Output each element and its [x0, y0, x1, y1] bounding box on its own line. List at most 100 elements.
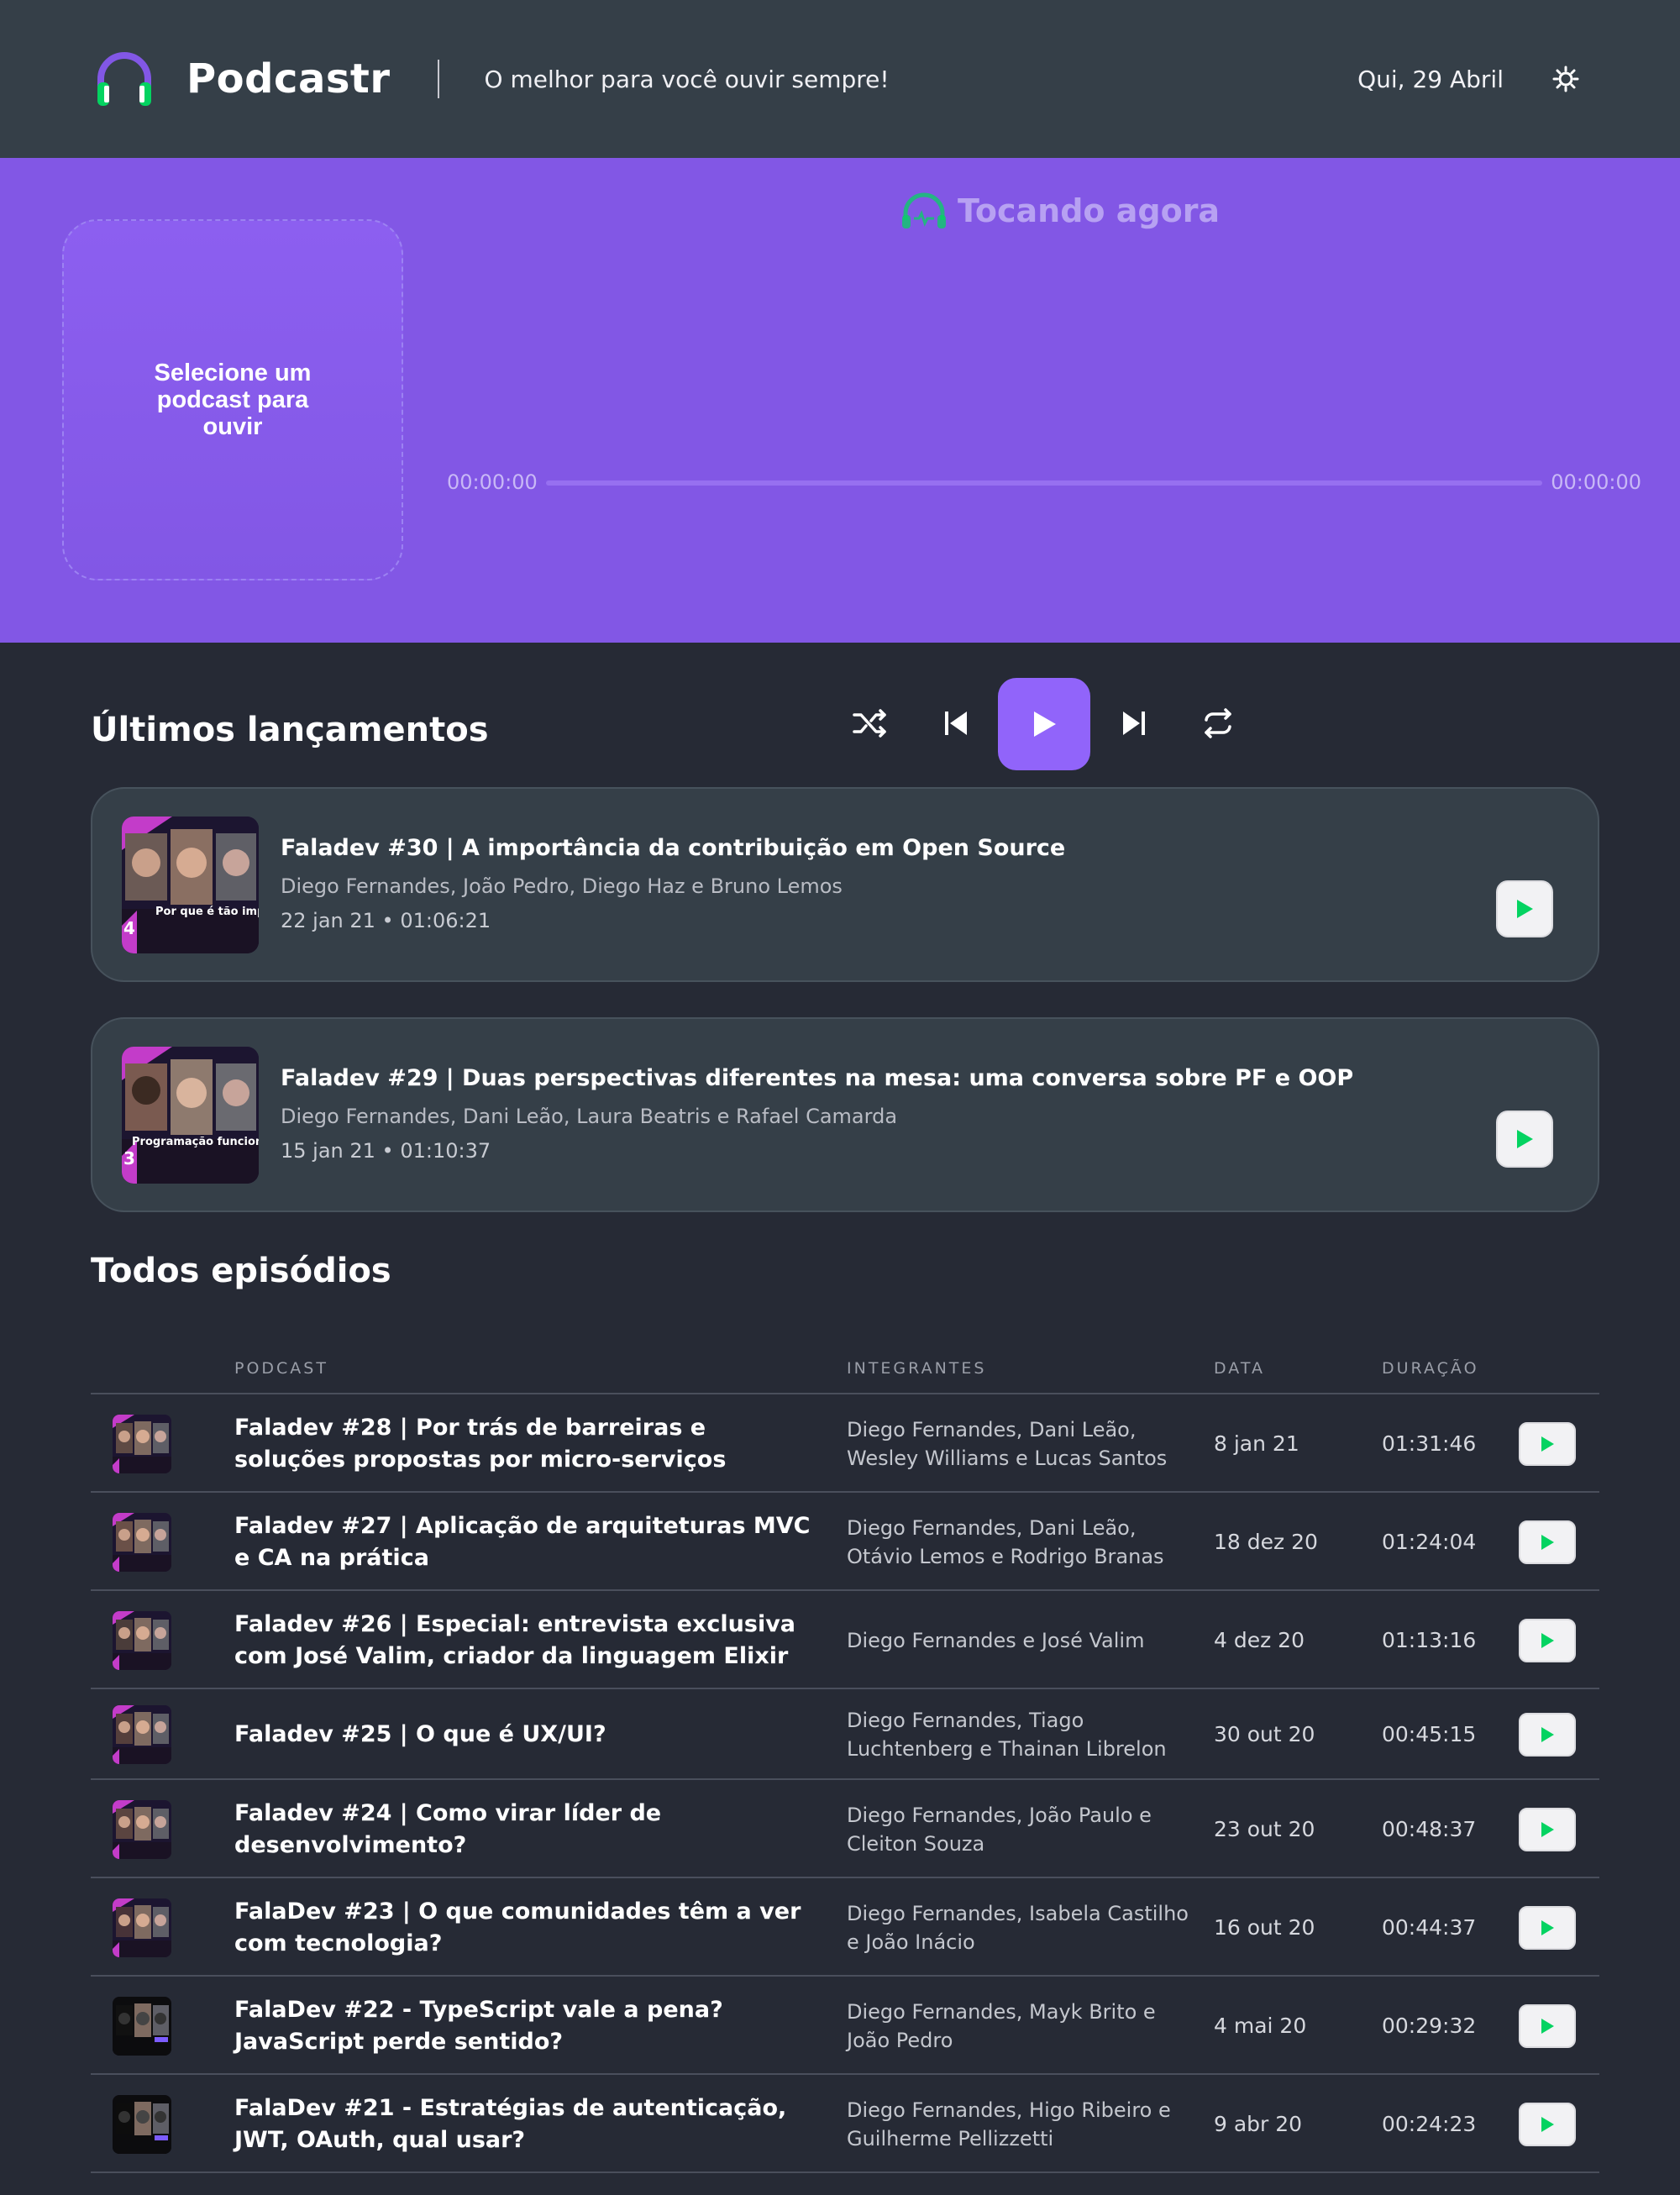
episode-thumbnail: Por que é tão imp contribuir em Open S 4 [122, 817, 259, 953]
table-row[interactable]: Faladev #25 | O que é UX/UI? Diego Ferna… [91, 1689, 1599, 1780]
play-episode-button[interactable] [1519, 1520, 1576, 1564]
episode-duration: 00:45:15 [1382, 1722, 1477, 1746]
episode-thumbnail [113, 1799, 171, 1859]
table-row[interactable]: FalaDev #23 | O que comunidades têm a ve… [91, 1878, 1599, 1977]
play-icon [1517, 1130, 1533, 1148]
headphones-icon [902, 192, 946, 228]
episode-title[interactable]: FalaDev #23 | O que comunidades têm a ve… [234, 1896, 814, 1960]
episode-date-duration: 15 jan 21 • 01:10:37 [281, 1139, 491, 1163]
play-episode-button[interactable] [1496, 880, 1553, 937]
repeat-icon[interactable] [1193, 698, 1243, 748]
episode-duration: 00:44:37 [1382, 1914, 1477, 1940]
now-playing-label: Tocando agora [958, 192, 1221, 229]
episode-duration: 00:48:37 [1382, 1816, 1477, 1841]
episode-thumbnail [113, 1996, 171, 2056]
latest-episode-card[interactable]: Por que é tão imp contribuir em Open S 4… [91, 787, 1599, 982]
episode-title[interactable]: FalaDev #22 - TypeScript vale a pena? Ja… [234, 1994, 814, 2058]
table-row[interactable]: Faladev #27 | Aplicação de arquiteturas … [91, 1493, 1599, 1591]
previous-icon[interactable] [931, 698, 981, 748]
episode-thumbnail [113, 1414, 171, 1473]
play-icon [1541, 1727, 1554, 1742]
episode-thumbnail [113, 1705, 171, 1764]
episode-thumbnail [113, 1512, 171, 1572]
app-header: Podcastr O melhor para você ouvir sempre… [0, 0, 1680, 158]
column-header-duration: DURAÇÃO [1382, 1359, 1479, 1378]
thumb-number: 4 [123, 918, 135, 938]
episode-date: 9 abr 20 [1214, 2111, 1303, 2136]
now-playing-heading: Tocando agora [899, 190, 1220, 232]
episode-members: Diego Fernandes, Mayk Brito e João Pedro [847, 1999, 1156, 2052]
play-episode-button[interactable] [1519, 1618, 1576, 1662]
episode-date: 18 dez 20 [1214, 1529, 1318, 1554]
play-icon [1541, 2116, 1554, 2132]
episode-title[interactable]: Faladev #25 | O que é UX/UI? [234, 1719, 814, 1751]
headphones-logo-icon [92, 47, 156, 111]
thumb-number: 3 [123, 1148, 135, 1168]
episode-members: Diego Fernandes, Tiago Luchtenberg e Tha… [847, 1709, 1167, 1761]
play-icon [1541, 1436, 1554, 1452]
tagline: O melhor para você ouvir sempre! [484, 65, 890, 93]
episode-thumbnail [113, 1610, 171, 1670]
episode-date-duration: 22 jan 21 • 01:06:21 [281, 909, 491, 932]
latest-section-title: Últimos lançamentos [91, 711, 489, 749]
table-row[interactable]: Faladev #28 | Por trás de barreiras e so… [91, 1394, 1599, 1493]
progress-slider[interactable] [546, 480, 1542, 486]
shuffle-icon[interactable] [845, 698, 895, 748]
play-episode-button[interactable] [1496, 1111, 1553, 1168]
episode-date: 4 dez 20 [1214, 1627, 1305, 1652]
thumb-caption: Por que é tão imp contribuir em Open S [155, 906, 259, 918]
episode-duration: 00:24:23 [1382, 2111, 1477, 2136]
brand-name[interactable]: Podcastr [186, 55, 391, 102]
play-episode-button[interactable] [1519, 1421, 1576, 1466]
play-episode-button[interactable] [1519, 2003, 1576, 2048]
episode-duration: 01:24:04 [1382, 1529, 1477, 1554]
play-episode-button[interactable] [1519, 1807, 1576, 1851]
episode-members: Diego Fernandes, Dani Leão, Otávio Lemos… [847, 1515, 1164, 1568]
play-icon [1517, 900, 1533, 918]
episode-members: Diego Fernandes, João Pedro, Diego Haz e… [281, 874, 843, 898]
play-episode-button[interactable] [1519, 1905, 1576, 1950]
play-episode-button[interactable] [1519, 1713, 1576, 1757]
thumb-caption: Programação funcion devs orientados a c [132, 1136, 259, 1148]
episode-title[interactable]: Faladev #29 | Duas perspectivas diferent… [281, 1065, 1353, 1091]
episode-title[interactable]: FalaDev #21 - Estratégias de autenticaçã… [234, 2093, 814, 2156]
episode-title[interactable]: Faladev #26 | Especial: entrevista exclu… [234, 1609, 814, 1673]
player-panel: Selecione um podcast para ouvir Tocando … [0, 158, 1680, 770]
episode-members: Diego Fernandes, Dani Leão, Laura Beatri… [281, 1105, 898, 1128]
play-icon [1541, 1919, 1554, 1935]
play-button[interactable] [998, 678, 1090, 770]
episode-members: Diego Fernandes, João Paulo e Cleiton So… [847, 1803, 1152, 1856]
column-header-date: DATA [1214, 1359, 1265, 1378]
play-episode-button[interactable] [1519, 2102, 1576, 2146]
total-time: 00:00:00 [1551, 470, 1641, 494]
play-icon [1034, 712, 1056, 737]
episode-thumbnail [113, 1898, 171, 1957]
episode-title[interactable]: Faladev #28 | Por trás de barreiras e so… [234, 1412, 814, 1476]
select-podcast-text: Selecione um podcast para ouvir [154, 360, 312, 440]
episode-date: 30 out 20 [1214, 1722, 1315, 1746]
table-row[interactable]: FalaDev #21 - Estratégias de autenticaçã… [91, 2075, 1599, 2173]
current-time: 00:00:00 [447, 470, 538, 494]
column-header-podcast: PODCAST [234, 1359, 328, 1378]
play-icon [1541, 1821, 1554, 1837]
episode-members: Diego Fernandes, Higo Ribeiro e Guilherm… [847, 2098, 1171, 2150]
current-date: Qui, 29 Abril [1357, 65, 1504, 93]
episode-members: Diego Fernandes e José Valim [847, 1628, 1145, 1652]
episode-duration: 01:31:46 [1382, 1431, 1477, 1456]
table-row[interactable]: FalaDev #22 - TypeScript vale a pena? Ja… [91, 1977, 1599, 2075]
episode-title[interactable]: Faladev #24 | Como virar líder de desenv… [234, 1798, 814, 1862]
episode-thumbnail: Programação funcion devs orientados a c … [122, 1047, 259, 1184]
theme-toggle-icon[interactable] [1551, 64, 1581, 94]
latest-episode-card[interactable]: Programação funcion devs orientados a c … [91, 1017, 1599, 1212]
play-icon [1541, 1632, 1554, 1648]
episode-duration: 00:29:32 [1382, 2013, 1477, 2038]
header-divider [437, 60, 439, 98]
episode-title[interactable]: Faladev #27 | Aplicação de arquiteturas … [234, 1510, 814, 1574]
table-row[interactable]: Faladev #24 | Como virar líder de desenv… [91, 1780, 1599, 1878]
episode-duration: 01:13:16 [1382, 1627, 1477, 1652]
table-row[interactable]: Faladev #26 | Especial: entrevista exclu… [91, 1591, 1599, 1689]
next-icon[interactable] [1109, 698, 1159, 748]
episode-members: Diego Fernandes, Isabela Castilho e João… [847, 1901, 1189, 1954]
episode-date: 23 out 20 [1214, 1816, 1315, 1841]
episode-title[interactable]: Faladev #30 | A importância da contribui… [281, 835, 1065, 861]
